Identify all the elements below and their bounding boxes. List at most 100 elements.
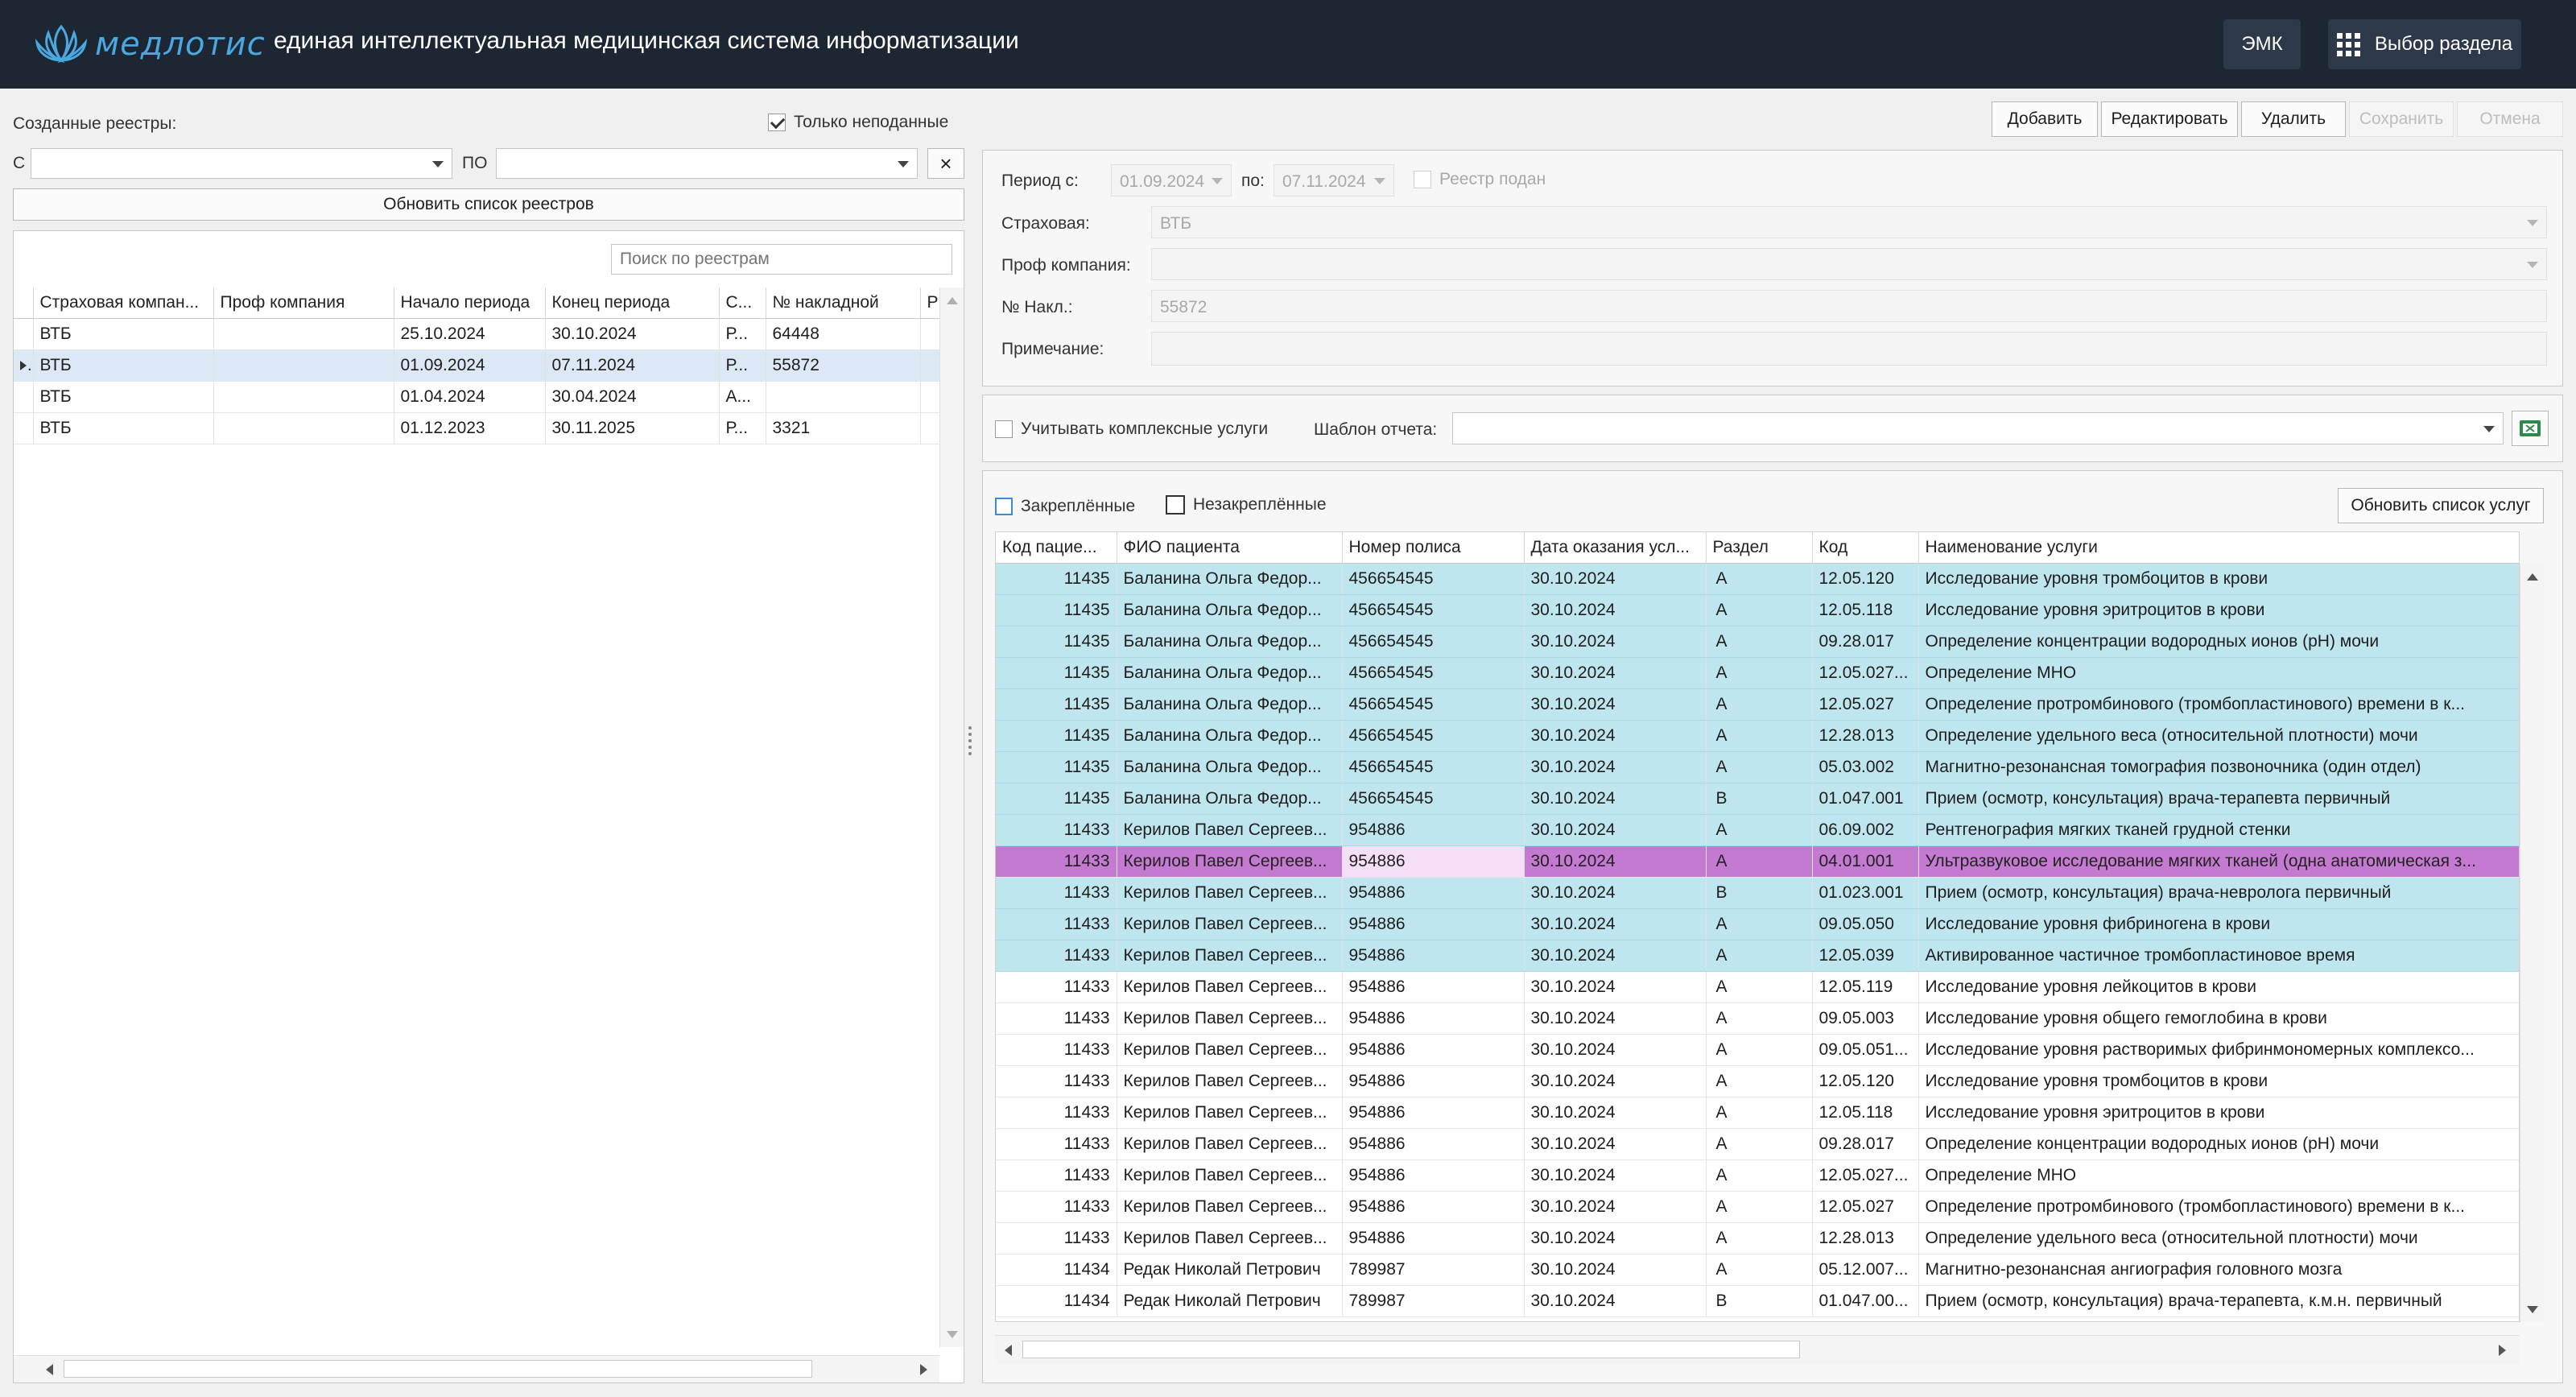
service-row[interactable]: 11433 Керилов Павел Сергеев... 954886 30.10… — [996, 845, 2519, 878]
registry-row[interactable]: ВТБ 25.10.2024 30.10.2024 Р... 64448 — [14, 318, 939, 350]
invoice-field[interactable]: 55872 — [1151, 290, 2547, 322]
scroll-thumb[interactable] — [64, 1360, 812, 1378]
only-unsubmitted-label: Только неподанные — [794, 113, 949, 131]
only-unsubmitted-toggle[interactable]: Только неподанные — [768, 113, 948, 132]
col-invoice[interactable]: № накладной — [766, 287, 921, 319]
cell-section: A — [1706, 1222, 1813, 1254]
service-row[interactable]: 11433 Керилов Павел Сергеев... 954886 30.10… — [996, 1159, 2519, 1192]
col-service-name[interactable]: Наименование услуги — [1918, 532, 2519, 564]
col-start[interactable]: Начало периода — [394, 287, 546, 319]
service-row[interactable]: 11433 Керилов Павел Сергеев... 954886 30.10… — [996, 971, 2519, 1003]
col-patient-code[interactable]: Код пацие... — [996, 532, 1117, 564]
registry-search-input[interactable] — [611, 244, 952, 275]
registry-row[interactable]: ВТБ 01.12.2023 30.11.2025 Р... 3321 — [14, 412, 939, 444]
col-code[interactable]: Код — [1812, 532, 1919, 564]
service-row[interactable]: 11433 Керилов Павел Сергеев... 954886 30.10… — [996, 1222, 2519, 1254]
services-vscroll[interactable] — [2520, 564, 2544, 1322]
insurer-combo[interactable]: ВТБ — [1151, 206, 2547, 238]
col-r[interactable]: Р — [920, 287, 939, 319]
scroll-down-icon[interactable] — [947, 1331, 958, 1338]
splitter-grip-icon[interactable] — [968, 725, 972, 757]
pinned-checkbox[interactable] — [995, 498, 1013, 515]
service-row[interactable]: 11435 Баланина Ольга Федор... 456654545 30.… — [996, 688, 2519, 721]
registry-row[interactable]: ВТБ 01.04.2024 30.04.2024 А... — [14, 381, 939, 413]
col-patient-name[interactable]: ФИО пациента — [1117, 532, 1343, 564]
cell-policy: 456654545 — [1342, 626, 1525, 658]
scroll-left-icon[interactable] — [1005, 1345, 1012, 1356]
col-prof[interactable]: Проф компания — [213, 287, 394, 319]
col-service-date[interactable]: Дата оказания усл... — [1524, 532, 1707, 564]
submitted-toggle[interactable]: Реестр подан — [1414, 170, 1546, 189]
service-row[interactable]: 11433 Керилов Павел Сергеев... 954886 30.10… — [996, 1034, 2519, 1066]
scroll-right-icon[interactable] — [920, 1364, 927, 1375]
save-button[interactable]: Сохранить — [2349, 101, 2454, 137]
service-row[interactable]: 11435 Баланина Ольга Федор... 456654545 30.… — [996, 783, 2519, 815]
service-row[interactable]: 11433 Керилов Павел Сергеев... 954886 30.10… — [996, 1065, 2519, 1097]
invoice-label: № Накл.: — [1001, 298, 1073, 316]
report-template-combo[interactable] — [1452, 412, 2504, 444]
only-unsubmitted-checkbox[interactable] — [768, 114, 786, 131]
registry-row[interactable]: ВТБ 01.09.2024 07.11.2024 Р... 55872 — [14, 349, 939, 382]
pinned-toggle[interactable]: Закреплённые — [995, 497, 1135, 516]
submitted-checkbox[interactable] — [1414, 171, 1431, 188]
col-policy[interactable]: Номер полиса — [1342, 532, 1525, 564]
col-insurer[interactable]: Страховая компан... — [33, 287, 214, 319]
refresh-services-button[interactable]: Обновить список услуг — [2338, 488, 2544, 523]
service-row[interactable]: 11433 Керилов Павел Сергеев... 954886 30.10… — [996, 940, 2519, 972]
cell-patient-name: Редак Николай Петрович — [1117, 1285, 1343, 1317]
unpinned-checkbox[interactable] — [1166, 495, 1185, 515]
refresh-registries-button[interactable]: Обновить список реестров — [13, 188, 964, 221]
cell-service-date: 30.10.2024 — [1524, 845, 1707, 878]
edit-button[interactable]: Редактировать — [2101, 101, 2238, 137]
complex-services-checkbox[interactable] — [995, 420, 1013, 438]
section-select-button[interactable]: Выбор раздела — [2328, 19, 2521, 69]
service-row[interactable]: 11433 Керилов Павел Сергеев... 954886 30.10… — [996, 814, 2519, 846]
add-button[interactable]: Добавить — [1992, 101, 2098, 137]
cell-section: A — [1706, 720, 1813, 752]
note-field[interactable] — [1151, 332, 2547, 366]
scroll-left-icon[interactable] — [46, 1364, 53, 1375]
col-status[interactable]: С... — [719, 287, 766, 319]
service-row[interactable]: 11435 Баланина Ольга Федор... 456654545 30.… — [996, 594, 2519, 626]
cancel-button[interactable]: Отмена — [2457, 101, 2563, 137]
registries-vscroll[interactable] — [939, 287, 964, 1347]
cell-code: 12.05.027... — [1812, 1159, 1919, 1192]
service-row[interactable]: 11434 Редак Николай Петрович 789987 30.10.2… — [996, 1285, 2519, 1317]
service-row[interactable]: 11433 Керилов Павел Сергеев... 954886 30.10… — [996, 1002, 2519, 1035]
prof-combo[interactable] — [1151, 248, 2547, 280]
unpinned-toggle[interactable]: Незакреплённые — [1166, 495, 1327, 515]
col-section[interactable]: Раздел — [1706, 532, 1813, 564]
period-to-combo[interactable]: 07.11.2024 — [1274, 164, 1394, 196]
emk-button[interactable]: ЭМК — [2223, 19, 2301, 69]
service-row[interactable]: 11433 Керилов Павел Сергеев... 954886 30.10… — [996, 1191, 2519, 1223]
service-row[interactable]: 11433 Керилов Павел Сергеев... 954886 30.10… — [996, 877, 2519, 909]
service-row[interactable]: 11435 Баланина Ольга Федор... 456654545 30.… — [996, 720, 2519, 752]
export-excel-button[interactable] — [2512, 411, 2549, 446]
clear-dates-button[interactable]: × — [927, 148, 964, 179]
service-row[interactable]: 11433 Керилов Павел Сергеев... 954886 30.10… — [996, 908, 2519, 940]
service-row[interactable]: 11435 Баланина Ольга Федор... 456654545 30.… — [996, 563, 2519, 595]
period-from-combo[interactable]: 01.09.2024 — [1111, 164, 1232, 196]
scroll-down-icon[interactable] — [2527, 1306, 2538, 1313]
delete-button[interactable]: Удалить — [2241, 101, 2346, 137]
from-date-combo[interactable] — [31, 148, 452, 179]
cell-section: A — [1706, 657, 1813, 689]
cell-policy: 954886 — [1342, 1159, 1525, 1192]
scroll-thumb[interactable] — [1022, 1341, 1800, 1358]
service-row[interactable]: 11433 Керилов Павел Сергеев... 954886 30.10… — [996, 1097, 2519, 1129]
registries-hscroll[interactable] — [14, 1355, 939, 1383]
col-end[interactable]: Конец периода — [545, 287, 720, 319]
service-row[interactable]: 11434 Редак Николай Петрович 789987 30.10.2… — [996, 1254, 2519, 1286]
service-row[interactable]: 11435 Баланина Ольга Федор... 456654545 30.… — [996, 657, 2519, 689]
scroll-up-icon[interactable] — [947, 297, 958, 304]
service-row[interactable]: 11435 Баланина Ольга Федор... 456654545 30.… — [996, 751, 2519, 783]
complex-services-toggle[interactable]: Учитывать комплексные услуги — [995, 420, 1268, 439]
panel-splitter[interactable] — [968, 725, 972, 757]
service-row[interactable]: 11435 Баланина Ольга Федор... 456654545 30.… — [996, 626, 2519, 658]
scroll-up-icon[interactable] — [2527, 573, 2538, 581]
scroll-right-icon[interactable] — [2499, 1345, 2506, 1356]
to-date-combo[interactable] — [496, 148, 918, 179]
services-hscroll[interactable] — [995, 1335, 2520, 1364]
service-row[interactable]: 11433 Керилов Павел Сергеев... 954886 30.10… — [996, 1128, 2519, 1160]
to-label: ПО — [462, 154, 488, 172]
